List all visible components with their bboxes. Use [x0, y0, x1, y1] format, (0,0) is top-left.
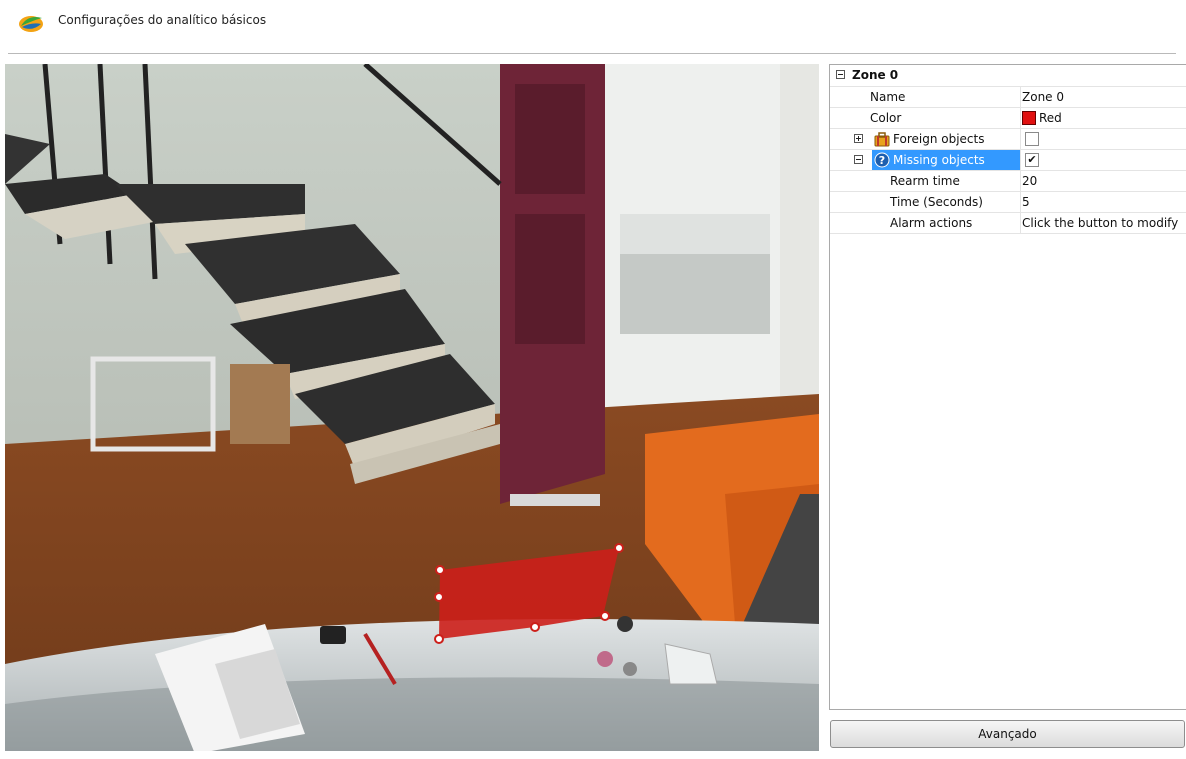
property-label: Rearm time [890, 174, 960, 188]
property-row-alarm-actions[interactable]: Alarm actions Click the button to modify [830, 212, 1186, 234]
zone-name-value[interactable]: Zone 0 [1022, 87, 1064, 108]
color-value[interactable]: Red [1022, 108, 1062, 129]
property-grid: Zone 0 Name Zone 0 Color Red Foreign obj… [829, 64, 1186, 710]
property-label: Name [870, 90, 906, 104]
zone-handle[interactable] [530, 622, 540, 632]
svg-text:?: ? [879, 154, 885, 167]
property-label: Foreign objects [893, 132, 985, 146]
header-divider [8, 53, 1176, 54]
zone-group-label: Zone 0 [852, 68, 899, 82]
column-divider [1020, 192, 1021, 213]
property-row-missing-objects[interactable]: ? Missing objects ✔ [830, 149, 1186, 171]
collapse-icon[interactable] [836, 70, 845, 79]
property-row-color[interactable]: Color Red [830, 107, 1186, 129]
missing-objects-checkbox[interactable]: ✔ [1025, 153, 1039, 167]
property-row-time-seconds[interactable]: Time (Seconds) 5 [830, 191, 1186, 213]
property-label: Alarm actions [890, 216, 973, 230]
color-name: Red [1039, 111, 1062, 125]
zone-handle[interactable] [614, 543, 624, 553]
column-divider [1020, 87, 1021, 108]
column-divider [1020, 108, 1021, 129]
property-label: Color [870, 111, 902, 125]
alarm-actions-value[interactable]: Click the button to modify [1022, 213, 1178, 234]
page-title: Configurações do analítico básicos [58, 13, 267, 27]
column-divider [1020, 129, 1021, 150]
color-swatch [1022, 111, 1036, 125]
property-label: Missing objects [893, 153, 985, 167]
time-seconds-value[interactable]: 5 [1022, 192, 1030, 213]
advanced-button[interactable]: Avançado [830, 720, 1185, 748]
property-row-rearm-time[interactable]: Rearm time 20 [830, 170, 1186, 192]
collapse-icon[interactable] [854, 155, 863, 164]
column-divider [1020, 171, 1021, 192]
rearm-time-value[interactable]: 20 [1022, 171, 1037, 192]
zone-handle[interactable] [434, 592, 444, 602]
zone-handle[interactable] [435, 565, 445, 575]
zone-handle[interactable] [600, 611, 610, 621]
zone-group-header[interactable]: Zone 0 [830, 65, 1186, 86]
foreign-objects-checkbox[interactable] [1025, 132, 1039, 146]
zone-handle[interactable] [434, 634, 444, 644]
column-divider [1020, 150, 1021, 171]
property-row-foreign-objects[interactable]: Foreign objects [830, 128, 1186, 150]
property-row-name[interactable]: Name Zone 0 [830, 86, 1186, 108]
expand-icon[interactable] [854, 134, 863, 143]
column-divider [1020, 213, 1021, 234]
camera-view[interactable] [5, 64, 819, 751]
header-bar: Configurações do analítico básicos [0, 0, 1186, 54]
app-logo-icon [19, 16, 43, 32]
property-label: Time (Seconds) [890, 195, 983, 209]
suitcase-icon [874, 132, 890, 147]
question-icon: ? [874, 152, 890, 168]
camera-scene [5, 64, 819, 751]
